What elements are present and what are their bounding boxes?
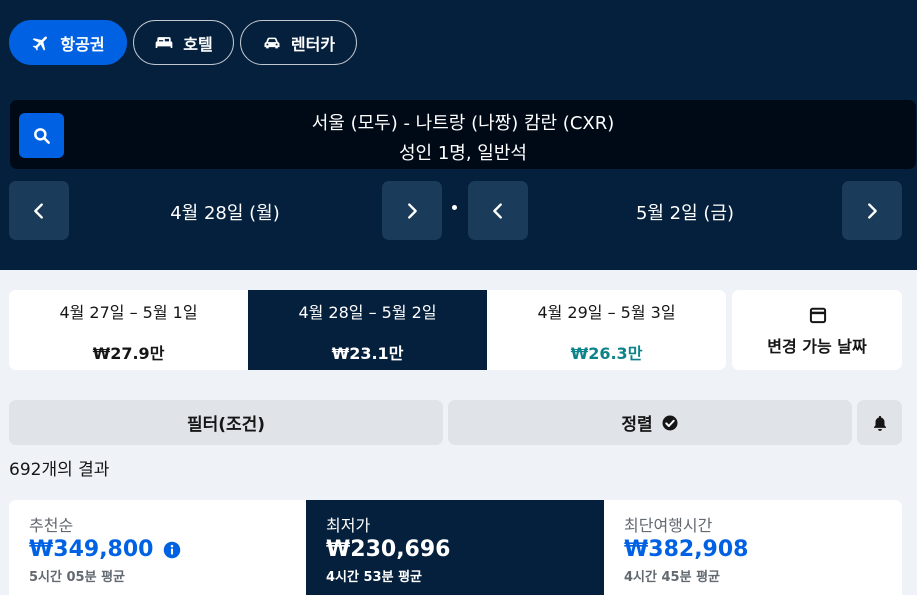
return-next-button[interactable] <box>842 181 902 240</box>
flexible-dates-button[interactable]: 변경 가능 날짜 <box>732 290 902 370</box>
sort-option-duration: 5시간 05분 평균 <box>29 570 125 585</box>
date-option-price: ₩23.1만 <box>331 344 404 363</box>
sort-option-price: ₩349,800 <box>29 537 181 562</box>
sort-label: 정렬 <box>621 415 653 435</box>
tab-hotels-label: 호텔 <box>183 34 213 54</box>
results-count: 692개의 결과 <box>9 460 110 480</box>
bed-icon <box>155 36 173 48</box>
date-option-range: 4월 28일 – 5월 2일 <box>298 303 437 322</box>
chevron-right-icon <box>868 202 877 219</box>
car-icon <box>264 37 280 48</box>
date-option-2[interactable]: 4월 28일 – 5월 2일 ₩23.1만 <box>248 290 487 370</box>
chevron-right-icon <box>408 202 417 219</box>
sort-option-price: ₩230,696 <box>326 537 451 562</box>
sort-button[interactable]: 정렬 <box>448 400 852 445</box>
sort-option-duration: 4시간 45분 평균 <box>624 570 720 585</box>
sort-option-cheapest[interactable]: 최저가 ₩230,696 4시간 53분 평균 <box>306 500 604 595</box>
sort-option-fastest[interactable]: 최단여행시간 ₩382,908 4시간 45분 평균 <box>604 500 902 595</box>
search-header: 항공권 호텔 렌터카 서울 (모두) - 나트랑 (나짱) 캄란 (CXR) 성… <box>0 0 917 270</box>
chevron-left-icon <box>493 202 502 219</box>
date-option-range: 4월 29일 – 5월 3일 <box>537 303 676 322</box>
depart-prev-button[interactable] <box>9 181 69 240</box>
search-summary[interactable]: 서울 (모두) - 나트랑 (나짱) 캄란 (CXR) 성인 1명, 일반석 <box>10 100 916 169</box>
return-prev-button[interactable] <box>468 181 528 240</box>
flexible-dates-label: 변경 가능 날짜 <box>767 337 867 356</box>
filter-button[interactable]: 필터(조건) <box>9 400 443 445</box>
depart-date[interactable]: 4월 28일 (월) <box>80 199 370 225</box>
sort-option-duration: 4시간 53분 평균 <box>326 570 422 585</box>
tab-hotels[interactable]: 호텔 <box>133 20 234 65</box>
sort-option-price: ₩382,908 <box>624 537 749 562</box>
depart-next-button[interactable] <box>382 181 442 240</box>
check-circle-icon <box>662 415 678 430</box>
date-option-price: ₩26.3만 <box>570 344 643 363</box>
search-route: 서울 (모두) - 나트랑 (나짱) 캄란 (CXR) <box>311 113 615 134</box>
filter-label: 필터(조건) <box>186 415 266 435</box>
price-alert-button[interactable] <box>857 400 902 445</box>
sort-option-price-value: ₩349,800 <box>29 537 154 562</box>
chevron-left-icon <box>34 202 43 219</box>
tab-flights[interactable]: 항공권 <box>9 20 127 65</box>
info-icon[interactable] <box>163 541 181 559</box>
bell-icon <box>873 415 886 431</box>
sort-option-title: 최단여행시간 <box>624 516 713 535</box>
tab-car-rental-label: 렌터카 <box>290 34 336 54</box>
date-option-1[interactable]: 4월 27일 – 5월 1일 ₩27.9만 <box>9 290 248 370</box>
return-date[interactable]: 5월 2일 (금) <box>538 199 832 225</box>
tab-car-rental[interactable]: 렌터카 <box>240 20 357 65</box>
search-travellers: 성인 1명, 일반석 <box>399 143 527 164</box>
date-separator <box>452 205 457 210</box>
date-option-3[interactable]: 4월 29일 – 5월 3일 ₩26.3만 <box>487 290 726 370</box>
sort-option-title: 추천순 <box>29 516 74 535</box>
date-option-price: ₩27.9만 <box>92 344 165 363</box>
sort-option-best[interactable]: 추천순 ₩349,800 5시간 05분 평균 <box>9 500 306 595</box>
calendar-icon <box>809 307 827 324</box>
date-option-range: 4월 27일 – 5월 1일 <box>59 303 198 322</box>
sort-option-title: 최저가 <box>326 516 371 535</box>
tab-flights-label: 항공권 <box>60 34 105 54</box>
airplane-icon <box>33 35 48 51</box>
